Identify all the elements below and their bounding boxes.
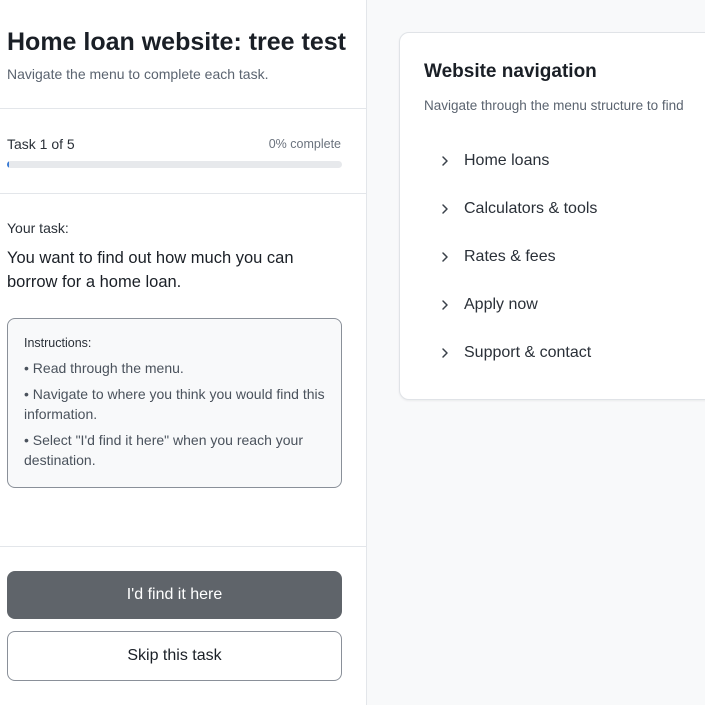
task-counter: Task 1 of 5: [7, 136, 75, 152]
progress-bar: [7, 161, 342, 168]
nav-item-apply-now[interactable]: Apply now: [440, 281, 597, 329]
navigation-title: Website navigation: [424, 61, 597, 82]
chevron-right-icon: [440, 203, 464, 215]
nav-item-label: Support & contact: [464, 344, 592, 361]
divider: [0, 108, 366, 109]
find-it-here-button[interactable]: I'd find it here: [7, 571, 342, 619]
divider: [0, 546, 366, 547]
nav-item-home-loans[interactable]: Home loans: [440, 137, 597, 185]
instruction-item: • Read through the menu.: [24, 360, 184, 376]
chevron-right-icon: [440, 347, 464, 359]
instruction-item: • Navigate to where you think you would …: [24, 386, 325, 422]
navigation-card: Website navigation Navigate through the …: [399, 32, 705, 400]
task-heading: Your task:: [7, 220, 69, 236]
navigation-subtitle: Navigate through the menu structure to f…: [424, 98, 684, 113]
divider: [0, 193, 366, 194]
instruction-item: • Select "I'd find it here" when you rea…: [24, 432, 303, 468]
navigation-panel: Website navigation Navigate through the …: [367, 0, 705, 705]
skip-task-button[interactable]: Skip this task: [7, 631, 342, 681]
instructions-title: Instructions:: [24, 336, 92, 350]
chevron-right-icon: [440, 251, 464, 263]
nav-item-label: Apply now: [464, 296, 538, 313]
chevron-right-icon: [440, 155, 464, 167]
instructions-box: Instructions: • Read through the menu. •…: [7, 318, 342, 488]
page-subtitle: Navigate the menu to complete each task.: [7, 66, 269, 82]
navigation-tree: Home loans Calculators & tools Rates & f…: [440, 137, 597, 377]
nav-item-label: Home loans: [464, 152, 550, 169]
progress-bar-fill: [7, 161, 9, 168]
nav-item-rates-fees[interactable]: Rates & fees: [440, 233, 597, 281]
nav-item-label: Rates & fees: [464, 248, 556, 265]
nav-item-calculators-tools[interactable]: Calculators & tools: [440, 185, 597, 233]
nav-item-label: Calculators & tools: [464, 200, 598, 217]
chevron-right-icon: [440, 299, 464, 311]
task-panel: Home loan website: tree test Navigate th…: [0, 0, 367, 705]
nav-item-support-contact[interactable]: Support & contact: [440, 329, 597, 377]
page-title: Home loan website: tree test: [7, 28, 346, 56]
progress-label: 0% complete: [268, 137, 341, 151]
task-description: You want to find out how much you can bo…: [7, 249, 294, 291]
